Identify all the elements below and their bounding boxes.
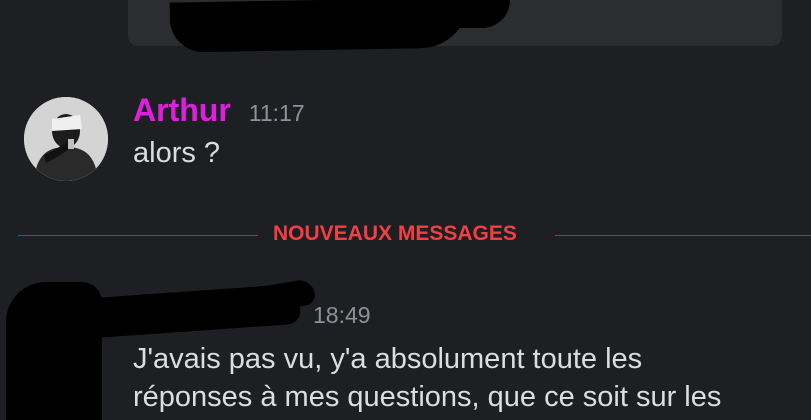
message-header: Arthur 11:17 <box>133 92 305 129</box>
message-text: alors ? <box>133 137 221 169</box>
new-messages-label: NOUVEAUX MESSAGES <box>273 222 517 245</box>
message-line: J'avais pas vu, y'a absolument toute les <box>133 343 643 375</box>
new-messages-divider: NOUVEAUX MESSAGES <box>18 222 811 248</box>
author-name[interactable]: Arthur <box>133 92 231 129</box>
message-text: J'avais pas vu, y'a absolument toute les… <box>133 340 721 416</box>
chat-view: Arthur 11:17 alors ? NOUVEAUX MESSAGES 1… <box>0 0 811 420</box>
divider-line <box>555 235 811 236</box>
avatar[interactable] <box>24 97 108 181</box>
message-timestamp: 11:17 <box>248 100 305 126</box>
message-line: réponses à mes questions, que ce soit su… <box>133 381 722 413</box>
redaction-scribble <box>330 0 510 28</box>
message-timestamp: 18:49 <box>313 302 371 328</box>
divider-line <box>18 235 258 236</box>
avatar-image <box>24 97 108 181</box>
